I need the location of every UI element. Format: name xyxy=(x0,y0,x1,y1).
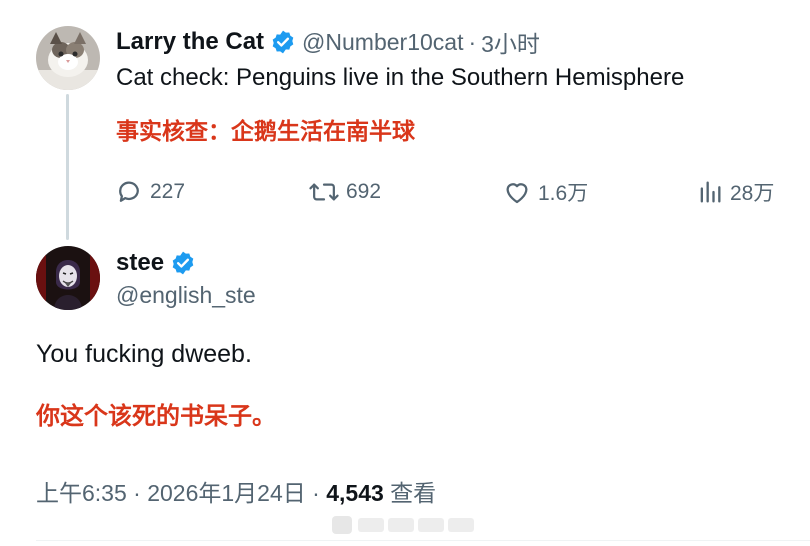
retweet-button[interactable]: 692 xyxy=(308,174,381,210)
separator-dot: · xyxy=(468,28,477,55)
avatar-stee[interactable] xyxy=(36,246,100,310)
reply-button[interactable]: 227 xyxy=(114,174,185,210)
tweet-text: Cat check: Penguins live in the Southern… xyxy=(116,64,685,91)
watermark-logo xyxy=(330,512,480,538)
like-count: 1.6万 xyxy=(538,182,589,205)
author-name[interactable]: Larry the Cat xyxy=(116,28,264,56)
tweet-actions: 227 692 1.6万 28万 xyxy=(114,174,794,210)
reply-views-label: 查看 xyxy=(390,480,437,506)
separator-dot: · xyxy=(133,480,148,506)
views-count: 28万 xyxy=(730,182,775,205)
thread-connector-line xyxy=(66,94,69,240)
author-handle[interactable]: @Number10cat xyxy=(302,29,463,56)
like-button[interactable]: 1.6万 xyxy=(502,174,588,210)
like-icon xyxy=(506,183,528,204)
retweet-count: 692 xyxy=(346,180,382,203)
views-button[interactable]: 28万 xyxy=(696,174,774,210)
avatar-larry-the-cat[interactable] xyxy=(36,26,100,90)
tweet-date[interactable]: 2026年1月24日 xyxy=(147,480,306,506)
reply-tweet-text: You fucking dweeb. xyxy=(36,340,252,368)
tweet-meta: 上午6:35 · 2026年1月24日 · 4,543 查看 xyxy=(36,474,436,508)
verified-badge-icon xyxy=(170,250,196,276)
reply-icon xyxy=(119,181,139,202)
bottom-divider xyxy=(36,540,810,541)
reply-author-handle[interactable]: @english_ste xyxy=(116,282,256,309)
retweet-icon xyxy=(309,183,339,201)
tweet-time-ago[interactable]: 3小时 xyxy=(481,25,540,59)
separator-dot: · xyxy=(312,480,327,506)
tweet-time[interactable]: 上午6:35 xyxy=(36,480,127,506)
tweet-translation: 事实核查：企鹅生活在南半球 xyxy=(116,118,415,144)
reply-tweet-translation: 你这个该死的书呆子。 xyxy=(36,403,276,430)
reply-count: 227 xyxy=(150,180,186,203)
views-icon xyxy=(700,181,721,203)
reply-author-name[interactable]: stee xyxy=(116,249,164,277)
verified-badge-icon xyxy=(270,29,296,55)
reply-views-count: 4,543 xyxy=(326,480,384,506)
